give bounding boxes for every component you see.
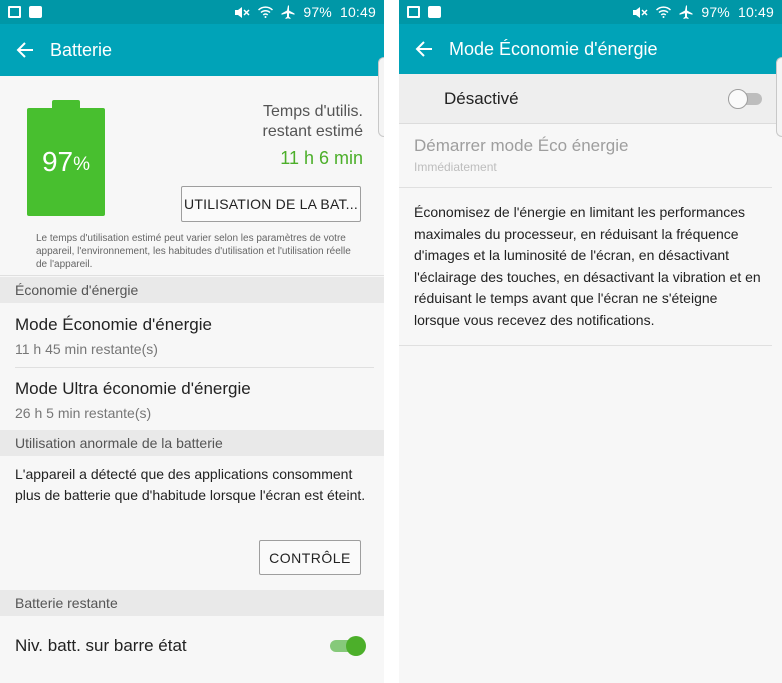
battery-settings-screen: 97% 10:49 Batterie 97 % Temps d'utilis. … [0, 0, 384, 683]
list-item-subtitle: 26 h 5 min restante(s) [15, 405, 152, 421]
back-arrow-icon[interactable] [14, 39, 36, 61]
app-bar: Mode Économie d'énergie [399, 24, 782, 74]
gallery-icon [407, 6, 420, 18]
power-saving-description: Économisez de l'énergie en limitant les … [399, 188, 772, 346]
check-button[interactable]: CONTRÔLE [259, 540, 361, 575]
wifi-icon [656, 6, 672, 18]
page-title: Mode Économie d'énergie [449, 38, 658, 59]
abnormal-usage-panel: L'appareil a détecté que des application… [0, 456, 384, 590]
mute-icon [633, 6, 648, 18]
status-bar: 97% 10:49 [0, 0, 384, 24]
list-item-subtitle: Immédiatement [414, 160, 497, 174]
clock-text: 10:49 [737, 4, 774, 20]
battery-usage-button[interactable]: UTILISATION DE LA BAT... [181, 186, 361, 222]
edge-panel-handle[interactable] [776, 57, 782, 137]
list-item-power-saving-mode[interactable]: Mode Économie d'énergie 11 h 45 min rest… [0, 303, 384, 367]
list-item-title: Mode Économie d'énergie [15, 315, 212, 334]
battery-status-text: 97% [303, 4, 332, 20]
battery-level-graphic: 97 % [27, 100, 105, 216]
battery-status-text: 97% [701, 4, 730, 20]
back-arrow-icon[interactable] [413, 38, 435, 60]
wifi-icon [258, 6, 274, 18]
bag-icon [428, 6, 441, 18]
app-bar: Batterie [0, 24, 384, 76]
edge-panel-handle[interactable] [378, 57, 384, 137]
battery-cap [52, 100, 80, 108]
section-header-power-saving: Économie d'énergie [0, 277, 384, 303]
mute-icon [235, 6, 250, 18]
status-bar: 97% 10:49 [399, 0, 782, 24]
estimate-note: Le temps d'utilisation estimé peut varie… [36, 233, 351, 270]
list-item-status-bar-battery[interactable]: Niv. batt. sur barre état [0, 616, 384, 676]
list-item-start-mode[interactable]: Démarrer mode Éco énergie Immédiatement [399, 124, 772, 188]
section-header-remaining-battery: Batterie restante [0, 590, 384, 616]
list-item-ultra-power-saving-mode[interactable]: Mode Ultra économie d'énergie 26 h 5 min… [0, 368, 384, 430]
list-item-title: Niv. batt. sur barre état [15, 636, 187, 655]
bag-icon [29, 6, 42, 18]
status-bar-battery-toggle[interactable] [330, 635, 366, 656]
airplane-icon [679, 5, 693, 19]
page-title: Batterie [50, 39, 113, 60]
settings-list: Économie d'énergie Mode Économie d'énerg… [0, 277, 384, 676]
battery-body: 97 % [27, 108, 105, 216]
remaining-time-label: Temps d'utilis. restant estimé [262, 103, 363, 140]
toggle-thumb [346, 636, 366, 656]
list-item-title: Mode Ultra économie d'énergie [15, 379, 251, 398]
power-saving-toggle[interactable] [728, 88, 764, 109]
gallery-icon [8, 6, 21, 18]
abnormal-usage-text: L'appareil a détecté que des application… [15, 466, 366, 503]
battery-percent-number: 97 [41, 146, 74, 177]
list-item-subtitle: 11 h 45 min restante(s) [15, 341, 158, 357]
master-switch-label: Désactivé [444, 88, 519, 108]
clock-text: 10:49 [339, 4, 376, 20]
section-header-abnormal-usage: Utilisation anormale de la batterie [0, 430, 384, 456]
power-saving-mode-screen: 97% 10:49 Mode Économie d'énergie Désact… [399, 0, 782, 683]
airplane-icon [281, 5, 295, 19]
master-switch-bar[interactable]: Désactivé [399, 74, 782, 124]
toggle-thumb [728, 89, 748, 109]
remaining-time-value: 11 h 6 min [280, 148, 363, 168]
list-item-title: Démarrer mode Éco énergie [414, 136, 629, 155]
battery-percent-sign: % [73, 153, 91, 175]
